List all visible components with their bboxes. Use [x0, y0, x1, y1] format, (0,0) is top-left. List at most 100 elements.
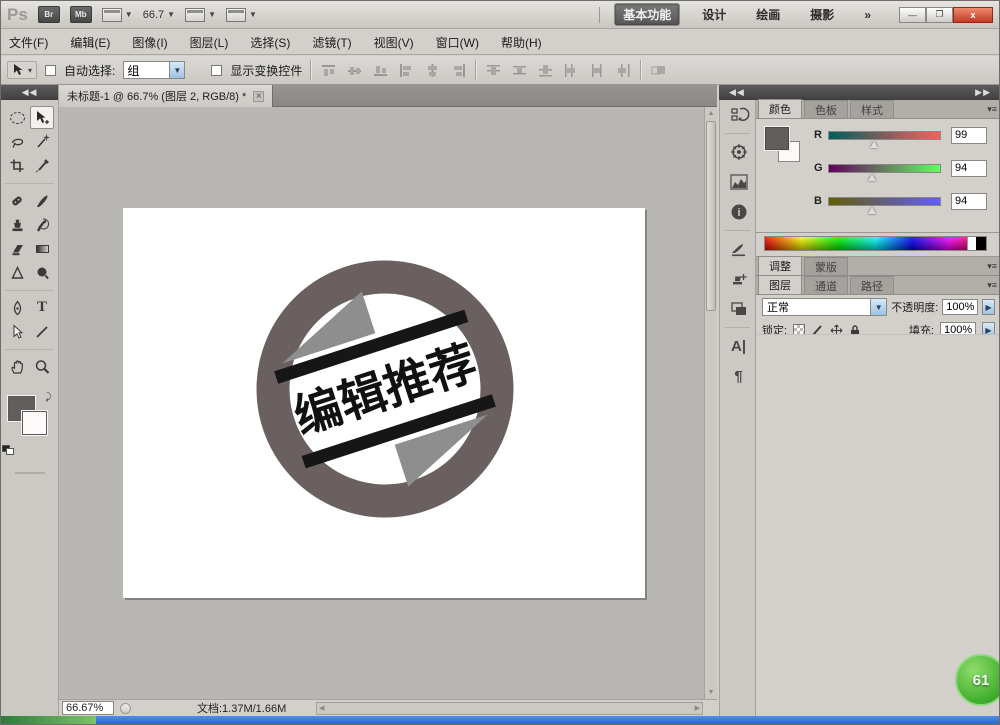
tab-layers[interactable]: 图层 — [758, 275, 802, 294]
move-tool-button[interactable] — [30, 106, 54, 129]
mini-bridge-button[interactable]: Mb — [70, 6, 92, 23]
document-tab[interactable]: 未标题-1 @ 66.7% (图层 2, RGB/8) * × — [59, 85, 273, 107]
red-channel-slider[interactable] — [828, 131, 941, 140]
menu-file[interactable]: 文件(F) — [9, 34, 48, 51]
character-panel-icon[interactable]: A| — [720, 331, 757, 361]
collapse-panels-icon[interactable]: ◀◀ — [729, 87, 745, 98]
overlay-badge[interactable]: 61 — [955, 654, 1000, 706]
screen-mode-button[interactable]: ▼ — [226, 8, 257, 22]
tab-color[interactable]: 颜色 — [758, 99, 802, 118]
move-tool-preset[interactable]: ▾ — [7, 61, 37, 79]
opacity-slider-icon[interactable]: ▶ — [982, 299, 995, 315]
hand-tool-button[interactable] — [5, 355, 29, 378]
auto-select-dropdown[interactable]: 组 ▼ — [123, 61, 185, 79]
scroll-up-icon[interactable]: ▲ — [705, 107, 717, 120]
blue-channel-slider[interactable] — [828, 197, 941, 206]
styles-wheel-panel-icon[interactable] — [720, 137, 757, 167]
black-swatch[interactable] — [976, 237, 986, 250]
green-channel-slider[interactable] — [828, 164, 941, 173]
default-colors-icon[interactable] — [2, 445, 14, 456]
shape-tool-button[interactable] — [30, 320, 54, 343]
clone-source-panel-icon[interactable] — [720, 264, 757, 294]
background-color-swatch[interactable] — [22, 411, 47, 435]
panel-menu-icon[interactable]: ▾≡ — [987, 280, 997, 291]
panel-menu-icon[interactable]: ▾≡ — [987, 104, 997, 115]
dodge-tool-button[interactable] — [30, 261, 54, 284]
panel-menu-icon[interactable]: ▾≡ — [987, 261, 997, 272]
minimize-button[interactable]: — — [899, 7, 926, 23]
menu-select[interactable]: 选择(S) — [250, 34, 290, 51]
paragraph-panel-icon[interactable]: ¶ — [720, 361, 757, 391]
menu-help[interactable]: 帮助(H) — [501, 34, 542, 51]
swap-colors-icon[interactable]: ⤸ — [46, 392, 52, 403]
arrange-documents-button[interactable]: ▼ — [102, 8, 133, 22]
workspace-essentials-button[interactable]: 基本功能 — [614, 3, 680, 26]
scroll-right-icon[interactable]: ▶ — [695, 703, 700, 715]
pen-tool-button[interactable] — [5, 296, 29, 319]
tab-styles[interactable]: 样式 — [850, 100, 894, 118]
opacity-field[interactable]: 100% — [942, 299, 978, 315]
menu-image[interactable]: 图像(I) — [132, 34, 167, 51]
expand-panels-icon[interactable]: ▶▶ — [975, 87, 991, 98]
tab-swatches[interactable]: 色板 — [804, 100, 848, 118]
blue-slider-thumb[interactable] — [868, 207, 876, 214]
blend-mode-dropdown[interactable]: 正常 ▼ — [762, 298, 887, 316]
menu-layer[interactable]: 图层(L) — [190, 34, 229, 51]
red-value-field[interactable]: 99 — [951, 127, 987, 144]
history-brush-tool-button[interactable] — [30, 213, 54, 236]
canvas[interactable]: 编辑推荐 — [123, 208, 645, 598]
restore-button[interactable]: ❐ — [926, 7, 953, 23]
brush-presets-panel-icon[interactable] — [720, 234, 757, 264]
tab-paths[interactable]: 路径 — [850, 276, 894, 294]
tab-masks[interactable]: 蒙版 — [804, 257, 848, 275]
marquee-tool-button[interactable] — [5, 106, 29, 129]
layer-comps-panel-icon[interactable] — [720, 294, 757, 324]
workspace-photography-button[interactable]: 摄影 — [802, 4, 842, 25]
blue-value-field[interactable]: 94 — [951, 193, 987, 210]
menu-window[interactable]: 窗口(W) — [436, 34, 479, 51]
quick-selection-tool-button[interactable] — [30, 130, 54, 153]
blur-tool-button[interactable] — [5, 261, 29, 284]
workspace-design-button[interactable]: 设计 — [694, 4, 734, 25]
close-button[interactable]: x — [953, 7, 993, 23]
histogram-panel-icon[interactable] — [720, 167, 757, 197]
menu-edit[interactable]: 编辑(E) — [70, 34, 110, 51]
zoom-percent-field[interactable]: 66.67% — [62, 701, 114, 715]
green-slider-thumb[interactable] — [868, 174, 876, 181]
tools-panel-collapse[interactable]: ◀◀ — [1, 85, 58, 100]
zoom-level-button[interactable]: 66.7 ▼ — [143, 9, 175, 21]
bridge-button[interactable]: Br — [38, 6, 60, 23]
workspace-painting-button[interactable]: 绘画 — [748, 4, 788, 25]
eyedropper-tool-button[interactable] — [30, 154, 54, 177]
red-slider-thumb[interactable] — [870, 141, 878, 148]
scroll-down-icon[interactable]: ▼ — [705, 686, 717, 699]
menu-view[interactable]: 视图(V) — [374, 34, 414, 51]
brush-tool-button[interactable] — [30, 189, 54, 212]
tab-adjustments[interactable]: 调整 — [758, 256, 802, 275]
type-tool-button[interactable]: T — [30, 296, 54, 319]
vertical-scrollbar-thumb[interactable] — [706, 121, 716, 311]
zoom-tool-button[interactable] — [30, 355, 54, 378]
scroll-left-icon[interactable]: ◀ — [319, 703, 324, 715]
view-extras-button[interactable]: ▼ — [185, 8, 216, 22]
color-spectrum-ramp[interactable] — [764, 236, 987, 251]
crop-tool-button[interactable] — [5, 154, 29, 177]
gradient-tool-button[interactable] — [30, 237, 54, 260]
green-value-field[interactable]: 94 — [951, 160, 987, 177]
path-selection-tool-button[interactable] — [5, 320, 29, 343]
show-transform-checkbox[interactable] — [211, 65, 222, 76]
clone-stamp-tool-button[interactable] — [5, 213, 29, 236]
healing-brush-tool-button[interactable] — [5, 189, 29, 212]
lasso-tool-button[interactable] — [5, 130, 29, 153]
menu-filter[interactable]: 滤镜(T) — [312, 34, 351, 51]
eraser-tool-button[interactable] — [5, 237, 29, 260]
workspace-overflow-button[interactable]: » — [856, 6, 879, 24]
history-panel-icon[interactable] — [720, 100, 757, 130]
info-panel-icon[interactable]: i — [720, 197, 757, 227]
vertical-scrollbar[interactable]: ▲ ▼ — [704, 107, 717, 699]
horizontal-scrollbar[interactable]: ◀ ▶ — [316, 702, 703, 715]
auto-select-checkbox[interactable] — [45, 65, 56, 76]
tab-close-icon[interactable]: × — [253, 91, 264, 102]
canvas-viewport[interactable]: 编辑推荐 — [59, 107, 704, 699]
tab-channels[interactable]: 通道 — [804, 276, 848, 294]
